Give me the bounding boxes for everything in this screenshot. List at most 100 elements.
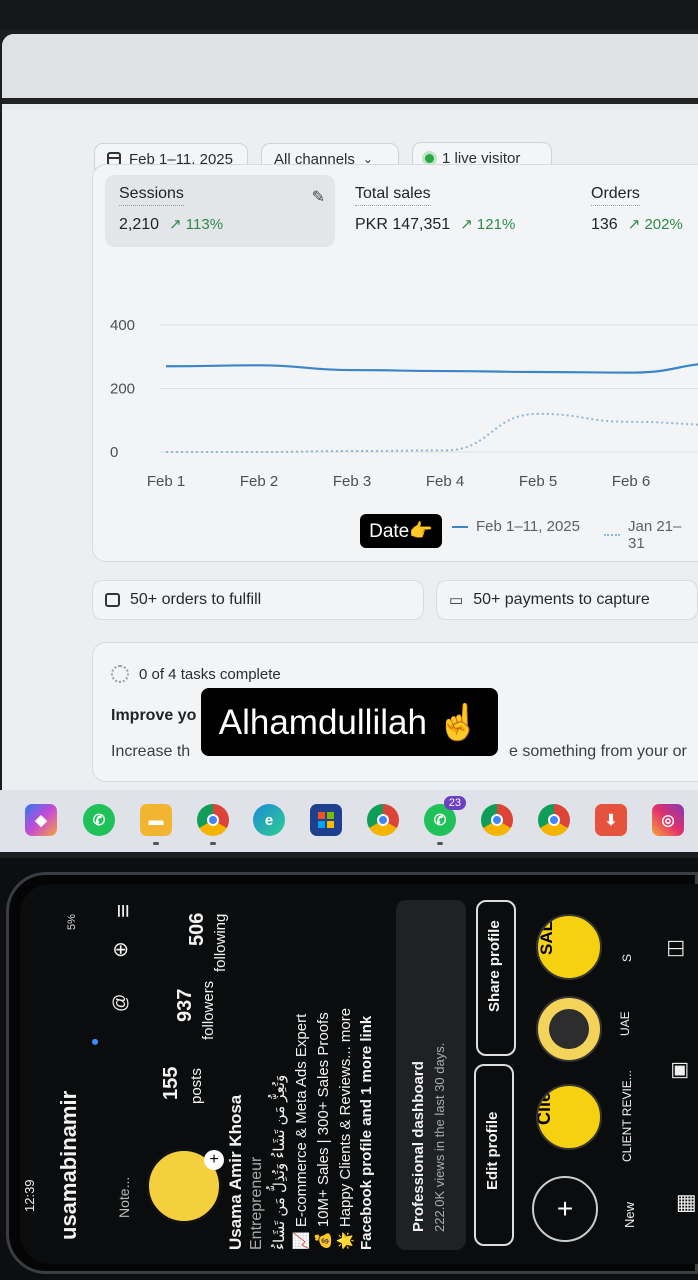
threads-icon[interactable]: @ [110, 994, 131, 1012]
metric-value: 2,210 [119, 216, 160, 233]
tasks-status: 0 of 4 tasks complete [139, 665, 281, 683]
y-tick-label: 0 [110, 444, 118, 461]
metric-delta: ↗ 113% [169, 216, 224, 233]
x-tick-label: Feb 2 [240, 473, 278, 490]
date-sticker-text: Date👉 [369, 521, 433, 542]
series-line-current [165, 363, 698, 374]
progress-circle-icon [111, 665, 129, 683]
highlight-label: New [622, 1201, 637, 1228]
highlight-client-reviews[interactable]: Client [536, 1084, 602, 1150]
dashboard-subtitle: 222.0K views in the last 30 days. [432, 1042, 447, 1232]
downloader-icon[interactable]: ⬇ [595, 804, 627, 836]
increase-text-right: e something from your or [509, 743, 687, 760]
file-explorer-icon[interactable]: ▬ [140, 804, 172, 836]
metric-sessions[interactable]: Sessions ✎ 2,210 ↗ 113% [105, 175, 335, 247]
add-story-icon[interactable]: + [204, 1150, 224, 1170]
bio-link[interactable]: Facebook profile and 1 more link [358, 1016, 375, 1250]
live-dot-icon [425, 153, 434, 163]
edit-profile-label: Edit profile [484, 1111, 501, 1190]
whatsapp-icon[interactable]: ✆ 23 [424, 796, 466, 836]
story-caption-text: Alhamdullilah ☝️ [218, 702, 481, 742]
y-tick-label: 200 [110, 381, 135, 398]
profile-category: Entrepreneur [248, 1156, 265, 1250]
notification-badge: 23 [443, 796, 466, 810]
date-sticker: Date👉 [360, 514, 442, 548]
orders-to-fulfill-button[interactable]: 50+ orders to fulfill [92, 580, 424, 620]
x-tick-label: Feb 3 [333, 473, 371, 490]
photo-stage: Feb 1–11, 2025 All channels ⌄ 1 live vis… [0, 0, 698, 1280]
tagged-icon[interactable]: ◫ [662, 939, 687, 958]
metric-label: Orders [591, 185, 640, 206]
store-icon[interactable] [310, 804, 342, 836]
following-count[interactable]: 506 [186, 913, 209, 946]
highlight-cover-text: Client [536, 1086, 554, 1125]
running-indicator [210, 842, 216, 845]
posts-count: 155 [160, 1066, 182, 1100]
legend-solid-swatch [452, 525, 468, 528]
legend-dotted-swatch [604, 534, 620, 536]
phone-time: 12:39 [22, 1179, 37, 1212]
instagram-icon[interactable]: ◎ [652, 804, 684, 836]
metric-label: Total sales [355, 185, 431, 206]
payments-to-capture-label: 50+ payments to capture [473, 591, 650, 608]
posts-label: posts [188, 1068, 205, 1104]
pencil-icon[interactable]: ✎ [312, 187, 325, 207]
copilot-icon[interactable]: ◆ [25, 804, 57, 836]
new-post-icon[interactable]: ⊕ [108, 941, 133, 958]
note-bubble[interactable]: Note... [116, 1177, 132, 1218]
metric-orders[interactable]: Orders 136 ↗ 202% [577, 175, 698, 247]
highlight-new[interactable]: + [532, 1176, 598, 1242]
orders-to-fulfill-label: 50+ orders to fulfill [130, 591, 262, 608]
x-tick-label: Feb 5 [519, 473, 557, 490]
grid-icon[interactable]: ▦ [672, 1193, 698, 1214]
bio-line-3[interactable]: 🌟 Happy Clients & Reviews... more [336, 1008, 354, 1250]
bio-line-1: 📈 E-commerce & Meta Ads Expert [293, 1013, 310, 1250]
x-tick-label: Feb 6 [612, 473, 650, 490]
x-tick-label: Feb 1 [147, 473, 185, 490]
reels-icon[interactable]: ▣ [666, 1061, 691, 1080]
ig-username[interactable]: usamabinamir [56, 1091, 82, 1240]
highlight-label: CLIENT REVIE... [620, 1070, 634, 1162]
credit-card-icon: ▭ [449, 592, 464, 609]
followers-label[interactable]: followers [200, 981, 217, 1040]
legend-current: Feb 1–11, 2025 [452, 518, 580, 535]
payments-to-capture-button[interactable]: ▭ 50+ payments to capture [436, 580, 698, 620]
highlight-photo [549, 1009, 589, 1049]
metric-delta: ↗ 121% [460, 216, 516, 233]
followers-count[interactable]: 937 [174, 989, 197, 1022]
whatsapp-icon[interactable]: ✆ [83, 804, 115, 836]
browser-top-area [2, 34, 698, 104]
legend-previous-label: Jan 21–31 [627, 518, 682, 552]
chrome-icon[interactable] [197, 804, 229, 836]
metric-value: PKR 147,351 [355, 216, 451, 233]
following-label[interactable]: following [212, 914, 229, 972]
improve-heading: Improve yo [111, 707, 197, 724]
phone-battery: 5% [66, 914, 78, 930]
x-tick-label: Feb 4 [426, 473, 464, 490]
legend-previous: Jan 21–31 [604, 518, 698, 552]
chrome-icon[interactable] [538, 804, 570, 836]
metric-value: 136 [591, 216, 618, 233]
highlight-cover-text: SALES [536, 914, 556, 955]
highlight-uae[interactable] [536, 996, 602, 1062]
share-profile-label: Share profile [486, 920, 503, 1012]
running-indicator [437, 842, 443, 845]
verified-badge-icon: ● [86, 1037, 102, 1046]
inbox-icon [105, 593, 120, 607]
legend-current-label: Feb 1–11, 2025 [476, 518, 580, 535]
chrome-icon[interactable] [481, 804, 513, 836]
chrome-icon[interactable] [367, 804, 399, 836]
dashboard-title: Professional dashboard [410, 1061, 427, 1232]
y-tick-label: 400 [110, 317, 135, 334]
bio-line-2: 💰 10M+ Sales | 300+ Sales Proofs [315, 1012, 332, 1250]
bio-arabic: وَتُعِزُّ مَن تَشَاءُ وَتُذِلُّ مَن تَشَ… [271, 1074, 288, 1250]
edge-icon[interactable]: e [253, 804, 285, 836]
highlight-sales[interactable]: SALES [536, 914, 602, 980]
highlight-label: UAE [618, 1011, 632, 1036]
metric-delta: ↗ 202% [627, 216, 683, 233]
professional-dashboard-card[interactable] [396, 900, 466, 1250]
increase-text-left: Increase th [111, 743, 191, 760]
metric-total-sales[interactable]: Total sales PKR 147,351 ↗ 121% [341, 175, 571, 247]
plus-icon: + [556, 1193, 574, 1224]
menu-icon[interactable]: ≡ [110, 904, 138, 918]
